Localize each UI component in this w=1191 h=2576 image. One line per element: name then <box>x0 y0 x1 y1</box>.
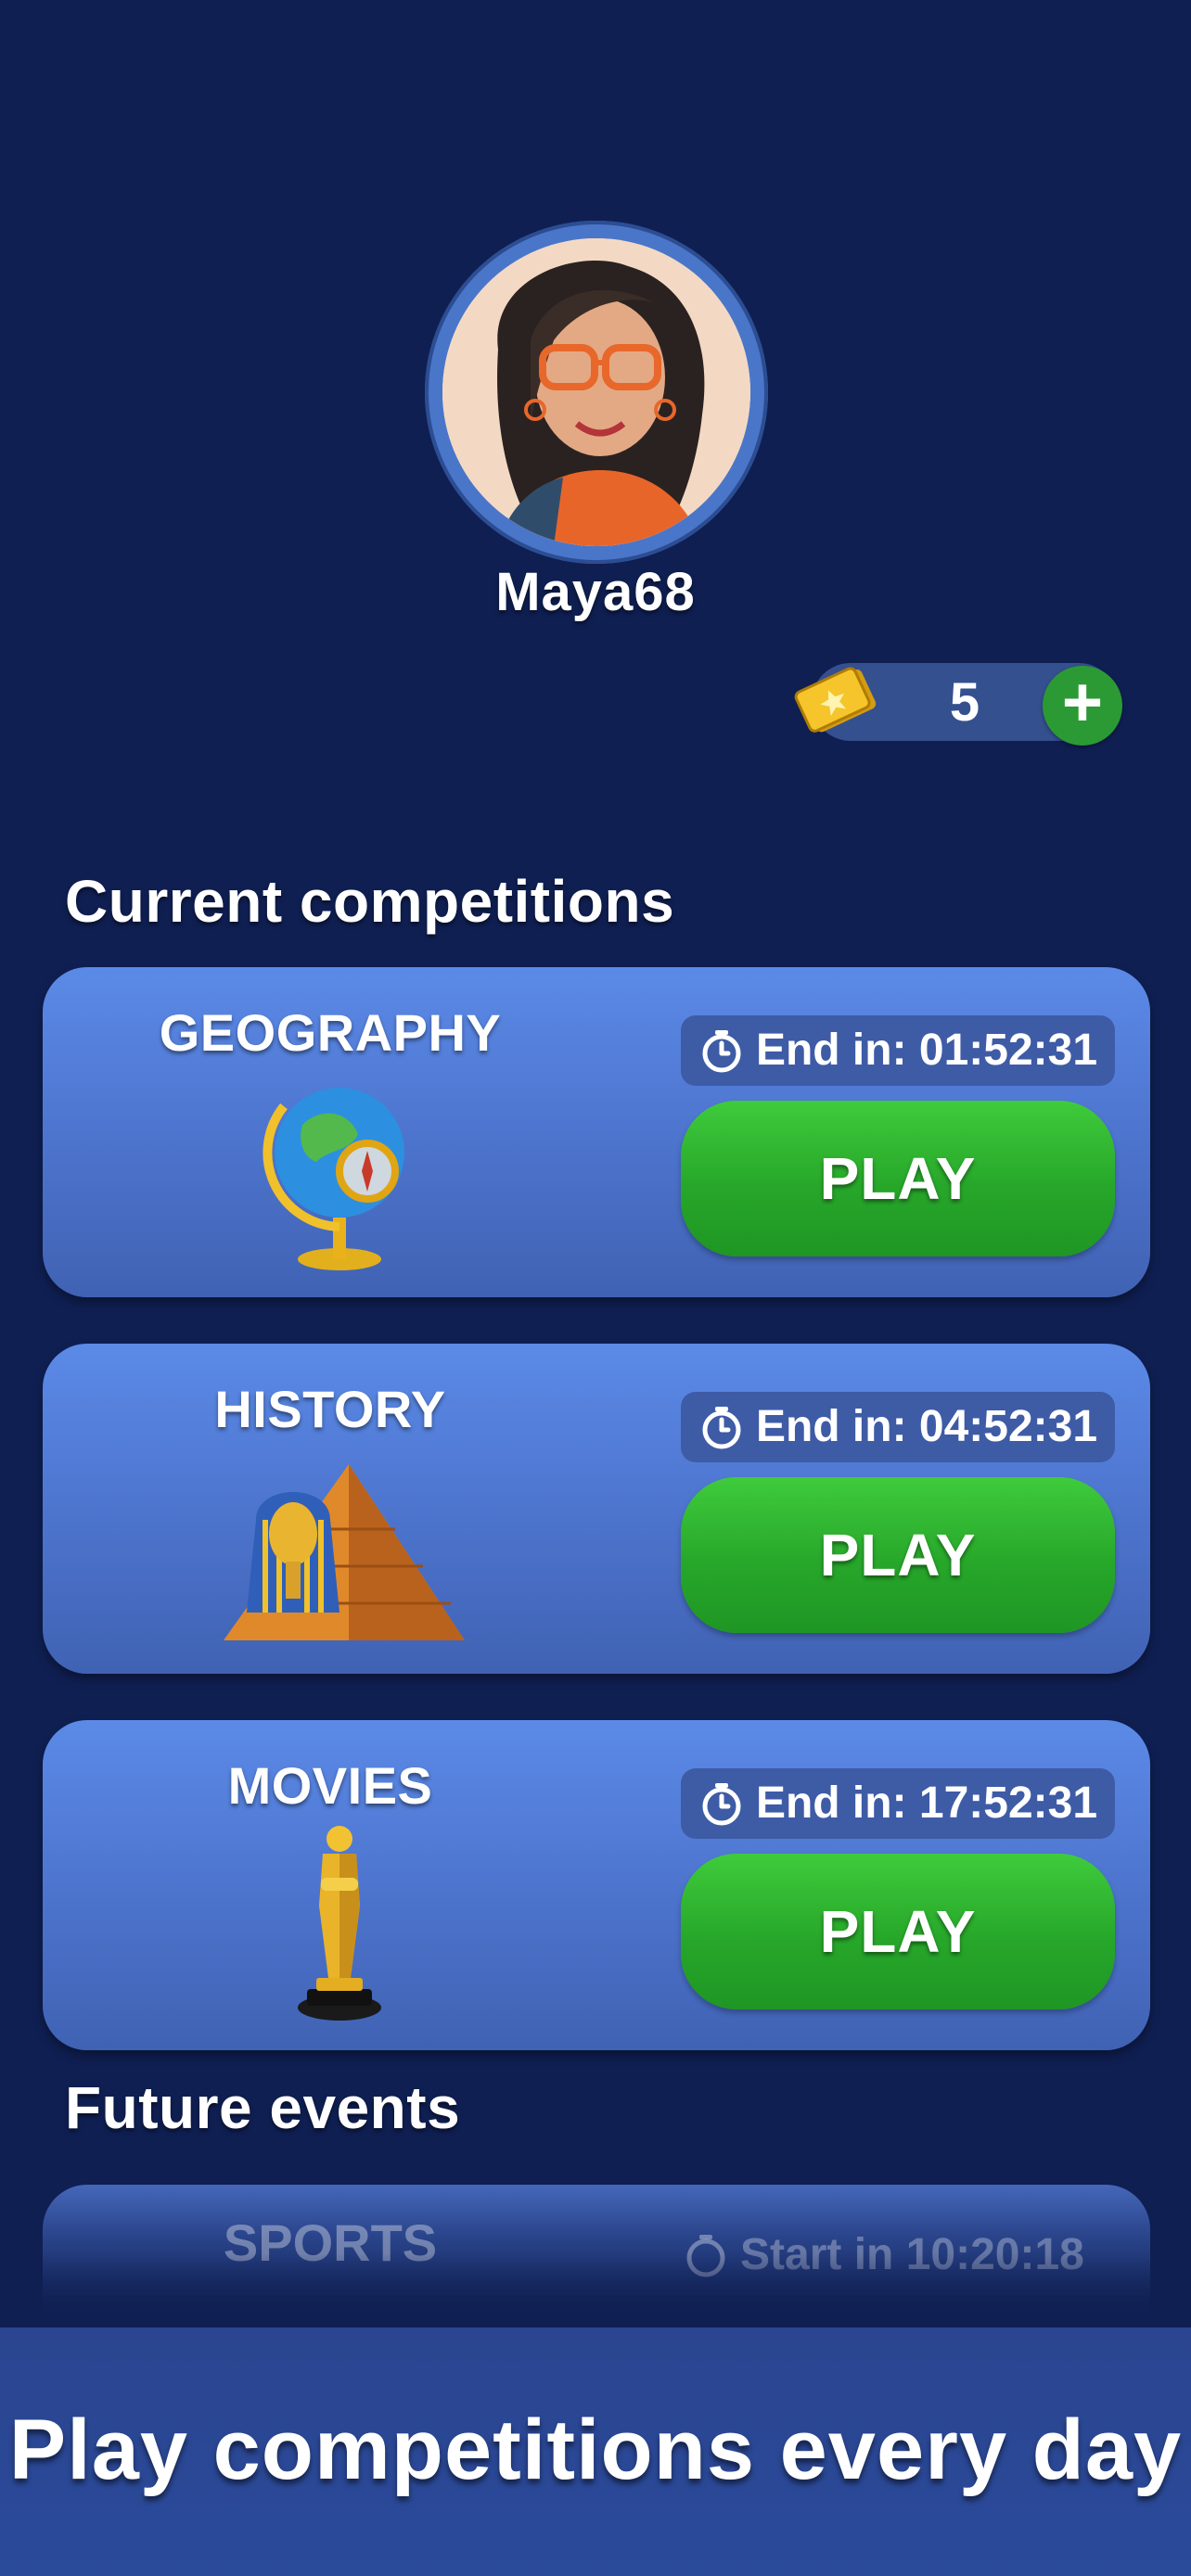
play-button-history[interactable]: PLAY <box>681 1477 1115 1633</box>
avatar-image <box>442 238 750 546</box>
competition-card-geography: GEOGRAPHY End in: 01:52:31 PLAY <box>43 967 1150 1297</box>
promo-banner: Play competitions every day <box>0 2327 1191 2576</box>
avatar[interactable] <box>442 238 750 546</box>
timer-label: End in: 01:52:31 <box>755 1026 1098 1075</box>
play-button-geography[interactable]: PLAY <box>681 1101 1115 1256</box>
globe-icon <box>200 1069 479 1273</box>
timer-label: End in: 04:52:31 <box>755 1402 1098 1451</box>
competition-name: MOVIES <box>227 1756 433 1815</box>
competition-card-movies: MOVIES End in: 17:52:31 PLAY <box>43 1720 1150 2050</box>
stopwatch-icon <box>702 1407 741 1449</box>
competition-name: GEOGRAPHY <box>159 1003 502 1062</box>
ticket-icon <box>790 660 883 744</box>
timer-label: End in: 17:52:31 <box>755 1779 1098 1828</box>
username: Maya68 <box>495 562 696 622</box>
competition-card-history: HISTORY End in: 04:52:31 PLAY <box>43 1344 1150 1674</box>
ticket-count: 5 <box>949 672 980 733</box>
play-button-movies[interactable]: PLAY <box>681 1854 1115 2009</box>
competition-timer: End in: 17:52:31 <box>681 1768 1115 1839</box>
pyramid-pharaoh-icon <box>200 1446 479 1650</box>
list-fade <box>0 2253 1191 2327</box>
current-competitions-title: Current competitions <box>65 868 675 935</box>
stopwatch-icon <box>702 1030 741 1073</box>
stopwatch-icon <box>702 1783 741 1826</box>
add-tickets-button[interactable]: + <box>1043 666 1122 746</box>
competition-name: HISTORY <box>214 1380 446 1438</box>
banner-text: Play competitions every day <box>8 2403 1183 2497</box>
future-events-title: Future events <box>65 2074 461 2141</box>
oscar-statue-icon <box>200 1822 479 2026</box>
competition-timer: End in: 01:52:31 <box>681 1015 1115 1086</box>
competition-timer: End in: 04:52:31 <box>681 1392 1115 1462</box>
